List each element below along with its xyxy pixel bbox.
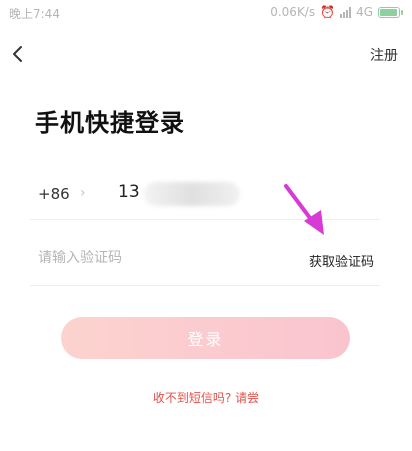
status-time: 晚上7:44	[9, 7, 60, 21]
battery-icon	[378, 6, 403, 18]
network-type: 4G	[356, 5, 373, 19]
battery-fill	[380, 8, 397, 16]
phone-row: +86 ›	[30, 170, 380, 220]
login-button[interactable]: 登录	[61, 317, 350, 359]
alarm-icon: ⏰	[320, 5, 336, 19]
phone-number-mask	[144, 182, 240, 206]
register-link[interactable]: 注册	[370, 45, 398, 65]
status-bar: 晚上7:44 0.06K/s ⏰ 4G	[0, 0, 412, 28]
get-code-button[interactable]: 获取验证码	[309, 251, 374, 270]
back-button[interactable]	[8, 42, 30, 66]
chevron-right-icon: ›	[80, 185, 86, 201]
verification-code-row: 获取验证码	[30, 236, 380, 286]
network-speed: 0.06K/s	[270, 5, 316, 19]
status-indicators: 0.06K/s ⏰ 4G	[270, 5, 403, 19]
country-code-selector[interactable]: +86	[38, 185, 70, 203]
page-title: 手机快捷登录	[35, 109, 185, 137]
annotation-arrow	[284, 184, 324, 235]
verification-code-input[interactable]	[38, 250, 258, 266]
sms-help-link[interactable]: 收不到短信吗? 请尝	[0, 389, 412, 406]
signal-icon	[340, 6, 352, 18]
chevron-left-icon	[13, 46, 22, 62]
